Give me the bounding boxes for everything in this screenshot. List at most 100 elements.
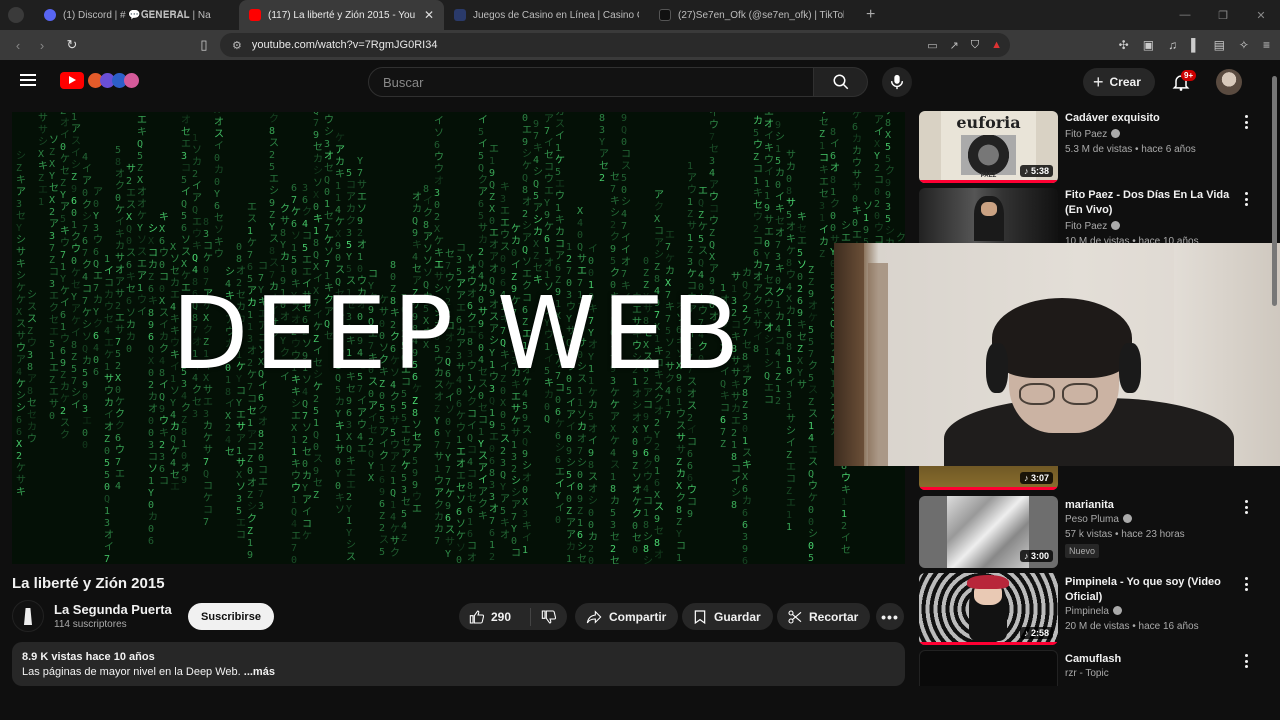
more-options-icon[interactable] <box>1245 500 1249 514</box>
shield-icon[interactable]: ⛉ <box>971 39 979 52</box>
recommendation-item[interactable]: Fito Paez - Dos Días En La Vida (En Vivo… <box>919 188 1269 244</box>
more-options-icon[interactable] <box>1245 654 1249 668</box>
media-icon[interactable]: ♫ <box>1168 38 1177 52</box>
scrollbar-thumb[interactable] <box>1272 76 1277 306</box>
video-title: La liberté y Zión 2015 <box>12 575 165 592</box>
account-avatar[interactable] <box>1216 69 1242 95</box>
tab-title: (27)Se7en_Ofk (@se7en_ofk) | TikTok <box>678 9 844 21</box>
casino-favicon-icon <box>454 9 466 21</box>
youtube-header: + Crear 9+ <box>0 60 1280 104</box>
screen: (1) Discord | # 💬𝐆𝐄𝐍𝐄𝐑𝐀𝐋 | Na (117) La l… <box>0 0 1280 720</box>
browser-tab-tiktok[interactable]: (27)Se7en_Ofk (@se7en_ofk) | TikTok <box>649 0 854 30</box>
more-horizontal-icon: ••• <box>881 608 899 625</box>
create-label: Crear <box>1109 75 1141 89</box>
site-settings-icon[interactable]: ⚙ <box>232 39 242 52</box>
video-thumbnail[interactable]: ♪ 2:58 <box>919 573 1058 645</box>
reading-list-icon[interactable]: ▣ <box>1143 38 1154 52</box>
search-input[interactable] <box>369 68 813 96</box>
create-button[interactable]: + Crear <box>1083 68 1155 96</box>
search-box <box>368 67 814 97</box>
tab-title: Juegos de Casino en Línea | Casino O <box>473 9 639 21</box>
video-thumbnail[interactable] <box>919 188 1058 244</box>
close-window-icon[interactable]: ✕ <box>1242 9 1280 22</box>
youtube-logo-icon[interactable] <box>60 72 84 89</box>
reload-icon[interactable]: ↻ <box>60 37 84 53</box>
like-button[interactable]: 290 <box>459 607 531 626</box>
forward-icon[interactable]: › <box>30 38 54 53</box>
search-button[interactable] <box>814 67 868 97</box>
guide-menu-icon[interactable] <box>20 74 36 86</box>
recommendation-item[interactable]: Camuflash rzr - Topic <box>919 650 1269 686</box>
more-actions-button[interactable]: ••• <box>876 603 904 630</box>
recommendation-channel[interactable]: Fito Paez <box>1065 221 1121 232</box>
save-button[interactable]: Guardar <box>682 603 773 630</box>
subscribe-button[interactable]: Suscribirse <box>188 603 274 630</box>
video-thumbnail[interactable]: euforia PAEZ ♪ 5:38 <box>919 111 1058 183</box>
rewards-icon[interactable]: ▲ <box>991 39 1002 52</box>
tab-title: (117) La liberté y Zión 2015 - You <box>268 9 416 21</box>
sidebar-icon[interactable]: ▌ <box>1191 38 1200 52</box>
channel-avatar[interactable] <box>12 600 44 632</box>
dislike-button[interactable] <box>531 609 567 625</box>
recommendation-title[interactable]: Fito Paez - Dos Días En La Vida (En Vivo… <box>1065 188 1235 218</box>
tab-search-icon[interactable] <box>8 7 24 23</box>
description-box[interactable]: 8.9 K vistas hace 10 años Las páginas de… <box>12 642 905 686</box>
browser-tab-discord[interactable]: (1) Discord | # 💬𝐆𝐄𝐍𝐄𝐑𝐀𝐋 | Na <box>34 0 239 30</box>
recommendation-item[interactable]: ♪ 2:58 Pimpinela - Yo que soy (Video Ofi… <box>919 573 1269 645</box>
recommendation-item[interactable]: ♪ 3:00 marianita Peso Pluma 57 k vistas … <box>919 496 1269 568</box>
wallet-icon[interactable]: ▤ <box>1214 38 1225 52</box>
window-controls: — ❐ ✕ <box>1166 0 1280 30</box>
webcam-overlay <box>834 243 1280 466</box>
back-icon[interactable]: ‹ <box>6 38 30 53</box>
recommendation-title[interactable]: Cadáver exquisito <box>1065 111 1235 126</box>
video-thumbnail[interactable] <box>919 650 1058 686</box>
microphone-icon <box>890 74 904 90</box>
browser-tab-youtube[interactable]: (117) La liberté y Zión 2015 - You ✕ <box>239 0 444 30</box>
video-thumbnail[interactable]: ♪ 3:00 <box>919 496 1058 568</box>
show-more-link[interactable]: ...más <box>244 666 275 678</box>
maximize-icon[interactable]: ❐ <box>1204 9 1242 22</box>
recommendation-channel[interactable]: Peso Pluma <box>1065 514 1132 525</box>
recommendation-channel[interactable]: rzr - Topic <box>1065 668 1109 679</box>
page-scrollbar[interactable] <box>1270 66 1278 686</box>
recommendation-channel[interactable]: Fito Paez <box>1065 129 1121 140</box>
recommendation-title[interactable]: Camuflash <box>1065 652 1235 667</box>
more-options-icon[interactable] <box>1245 577 1249 591</box>
video-player[interactable]: シZキア3セYシサキシケケXスサウア4ケシシ66X2ケサキシススZウ38ア8セセ… <box>12 112 905 564</box>
browser-toolbar: ‹ › ↻ ▯ ⚙ youtube.com/watch?v=7RgmJG0RI3… <box>0 30 1280 60</box>
more-options-icon[interactable] <box>1245 115 1249 129</box>
video-thumbnail[interactable]: ♪ 3:07 <box>919 466 1058 490</box>
thumbs-up-icon <box>469 609 485 624</box>
cast-icon[interactable]: ▭ <box>927 39 937 52</box>
clip-button[interactable]: Recortar <box>777 603 871 630</box>
browser-tab-casino[interactable]: Juegos de Casino en Línea | Casino O <box>444 0 649 30</box>
browser-menu-icon[interactable]: ≡ <box>1263 38 1270 52</box>
address-bar[interactable]: ⚙ youtube.com/watch?v=7RgmJG0RI34 ▭ ↗ ⛉ … <box>220 33 1010 57</box>
minimize-icon[interactable]: — <box>1166 9 1204 21</box>
close-tab-icon[interactable]: ✕ <box>424 8 434 22</box>
leo-icon[interactable]: ✧ <box>1239 38 1249 52</box>
thumbnail-title-text: euforia <box>956 113 1021 132</box>
extensions-icon[interactable]: ✣ <box>1119 38 1129 52</box>
youtube-doodle-icon[interactable] <box>88 72 142 90</box>
new-tab-button[interactable]: + <box>866 6 875 24</box>
recommendation-item[interactable]: ♪ 3:07 <box>919 466 1269 490</box>
youtube-favicon-icon <box>249 9 261 21</box>
recommendation-title[interactable]: marianita <box>1065 498 1235 513</box>
recommendation-channel[interactable]: Pimpinela <box>1065 606 1122 617</box>
channel-name[interactable]: La Segunda Puerta <box>54 602 172 617</box>
verified-icon <box>1111 129 1121 138</box>
save-playlist-icon <box>694 609 706 624</box>
share-button[interactable]: Compartir <box>575 603 679 630</box>
subscriber-count: 114 suscriptores <box>54 619 127 630</box>
video-duration: ♪ 2:58 <box>1019 627 1053 639</box>
voice-search-button[interactable] <box>882 67 912 97</box>
bookmark-icon[interactable]: ▯ <box>192 37 216 53</box>
recommendation-item[interactable]: euforia PAEZ ♪ 5:38 Cadáver exquisito Fi… <box>919 111 1269 183</box>
watch-progress-bar <box>919 642 1058 645</box>
clip-label: Recortar <box>809 609 859 624</box>
tab-title: (1) Discord | # 💬𝐆𝐄𝐍𝐄𝐑𝐀𝐋 | Na <box>63 9 211 21</box>
recommendation-title[interactable]: Pimpinela - Yo que soy (Video Oficial) <box>1065 575 1235 605</box>
share-page-icon[interactable]: ↗ <box>950 39 959 52</box>
more-options-icon[interactable] <box>1245 192 1249 206</box>
